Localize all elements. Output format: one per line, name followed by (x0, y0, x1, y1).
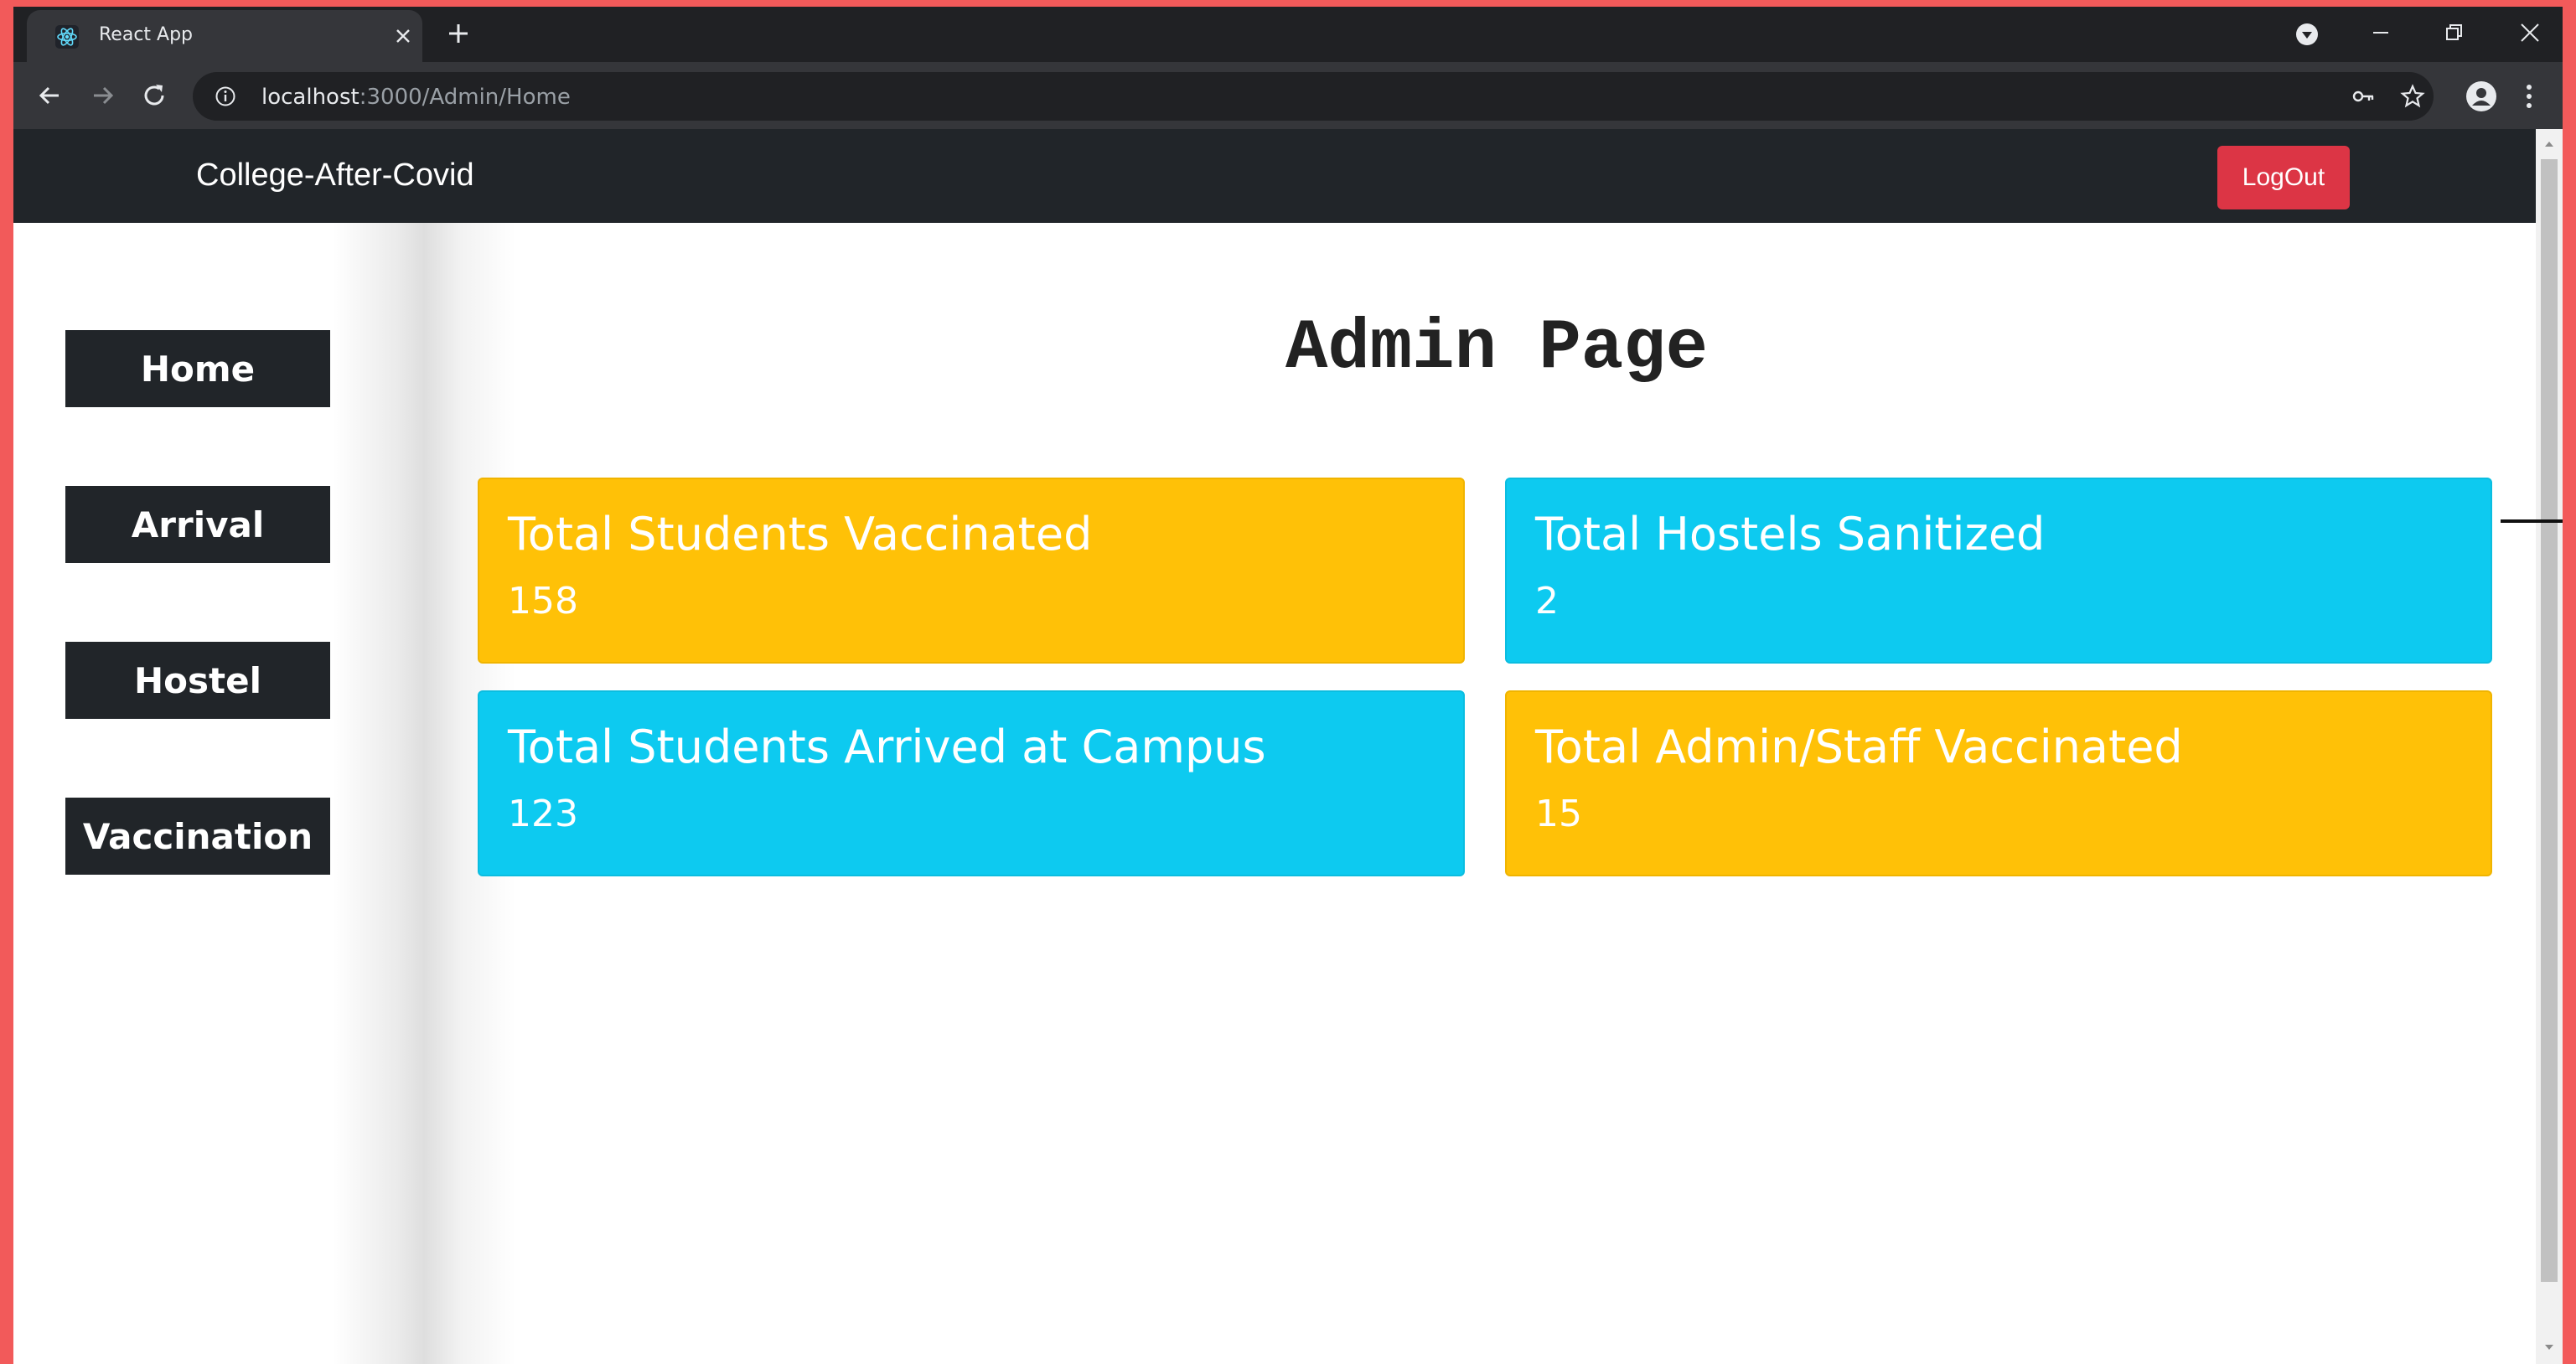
address-bar[interactable]: localhost:3000/Admin/Home (193, 72, 2434, 121)
card-title: Total Students Vaccinated (508, 508, 1093, 561)
scroll-down-icon[interactable] (2542, 1341, 2556, 1354)
vertical-scrollbar[interactable] (2536, 129, 2563, 1364)
browser-window: React App localhost:3000/Admin/Home Coll… (13, 7, 2563, 1364)
sidebar-item-arrival[interactable]: Arrival (65, 486, 330, 563)
sidebar-item-hostel[interactable]: Hostel (65, 642, 330, 719)
restore-icon[interactable] (2444, 22, 2465, 44)
stat-card-hostels-sanitized: Total Hostels Sanitized 2 (1505, 478, 2492, 664)
card-title: Total Admin/Staff Vaccinated (1535, 721, 2183, 773)
card-value: 15 (1535, 793, 1582, 835)
scrollbar-thumb[interactable] (2541, 159, 2558, 1282)
minimize-icon[interactable] (2370, 22, 2392, 44)
scroll-up-icon[interactable] (2542, 137, 2556, 151)
browser-tab[interactable]: React App (27, 10, 422, 62)
bookmark-star-icon[interactable] (2400, 84, 2425, 109)
stat-card-staff-vaccinated: Total Admin/Staff Vaccinated 15 (1505, 690, 2492, 876)
url-path: :3000/Admin/Home (359, 85, 571, 110)
url-host: localhost (261, 85, 360, 110)
site-info-icon[interactable] (215, 85, 236, 107)
close-window-icon[interactable] (2519, 22, 2541, 44)
new-tab-icon[interactable] (446, 21, 471, 46)
app-viewport: College-After-Covid LogOut Home Arrival … (13, 129, 2536, 1364)
stat-card-students-vaccinated: Total Students Vaccinated 158 (478, 478, 1465, 664)
card-value: 2 (1535, 580, 1559, 623)
card-title: Total Students Arrived at Campus (508, 721, 1266, 773)
reload-icon[interactable] (139, 80, 169, 111)
url-text: localhost:3000/Admin/Home (261, 85, 571, 110)
account-avatar-icon[interactable] (2465, 80, 2497, 112)
back-arrow-icon[interactable] (35, 80, 65, 111)
sidebar-item-vaccination[interactable]: Vaccination (65, 798, 330, 875)
close-tab-icon[interactable] (394, 27, 412, 45)
card-value: 123 (508, 793, 578, 835)
react-logo-icon (55, 25, 79, 49)
forward-arrow-icon[interactable] (87, 80, 117, 111)
browser-toolbar: localhost:3000/Admin/Home (13, 62, 2563, 129)
more-menu-icon[interactable] (2524, 82, 2534, 111)
sidebar-item-home[interactable]: Home (65, 330, 330, 407)
key-icon[interactable] (2351, 85, 2375, 107)
stat-card-students-arrived: Total Students Arrived at Campus 123 (478, 690, 1465, 876)
profile-menu-icon[interactable] (2294, 22, 2320, 47)
top-navbar: College-After-Covid LogOut (13, 129, 2536, 223)
card-title: Total Hostels Sanitized (1535, 508, 2046, 561)
brand-title[interactable]: College-After-Covid (196, 158, 474, 194)
logout-button[interactable]: LogOut (2217, 146, 2350, 209)
tab-strip: React App (13, 7, 2563, 62)
page-title: Admin Page (1285, 309, 1709, 389)
edge-marker-line (2501, 519, 2563, 523)
card-value: 158 (508, 580, 578, 623)
tab-title: React App (99, 24, 194, 45)
